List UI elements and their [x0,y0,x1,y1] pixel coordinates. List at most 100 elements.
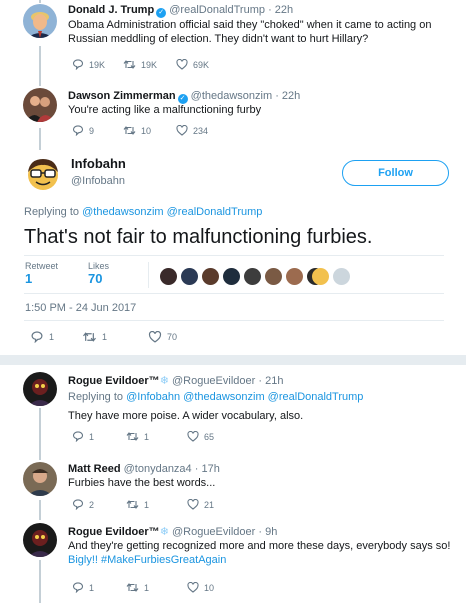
divider [24,320,444,321]
reply-icon [72,59,84,70]
liker-avatar[interactable] [160,268,177,285]
author-handle[interactable]: @thedawsonzim [191,90,272,102]
reply-icon [72,125,84,136]
author-handle[interactable]: @Infobahn [71,175,125,187]
replying-to-links[interactable]: @thedawsonzim @realDonaldTrump [82,206,262,218]
liker-avatar[interactable] [286,268,303,285]
tweet-time[interactable]: · 21h [258,375,283,387]
liker-avatar[interactable] [265,268,282,285]
retweet-button[interactable]: 19K [123,59,176,70]
tweet-time[interactable]: · 17h [195,463,220,475]
like-count: 69K [193,59,210,70]
like-count: 65 [204,431,215,442]
thread-line-5 [39,560,41,603]
author-name[interactable]: Matt Reed [68,463,121,475]
reply-count: 1 [89,431,95,442]
tweet-time[interactable]: · 22h [268,4,293,16]
retweet-button[interactable]: 1 [126,499,187,510]
reply-count: 9 [89,125,95,136]
avatar-rogue[interactable] [23,372,57,406]
retweet-count: 1 [144,582,150,593]
reply-button[interactable]: 19K [72,59,123,70]
heart-icon [187,431,199,442]
heart-icon [187,499,199,510]
like-button[interactable]: 21 [187,499,214,510]
retweet-button[interactable]: 1 [126,582,187,593]
thread-line-3 [39,408,41,460]
heart-icon [176,125,188,136]
like-button[interactable]: 70 [148,331,177,343]
liker-avatar-default[interactable] [333,268,350,285]
thread-line-4 [39,500,41,520]
author-handle[interactable]: @RogueEvildoer [172,526,255,538]
retweet-icon [123,126,136,135]
tweet-header: Matt Reed @tonydanza4 · 17h [68,463,220,475]
like-button[interactable]: 234 [176,125,208,136]
avatar-matt[interactable] [23,462,57,496]
reply-button[interactable]: 2 [72,499,126,510]
author-name[interactable]: Infobahn [71,156,126,171]
tweet-actions: 2 1 21 [72,499,214,510]
avatar-infobahn[interactable] [24,154,62,192]
tweet-text-line: Russian meddling of election. They didn'… [68,33,369,45]
divider [24,293,444,294]
author-name[interactable]: Donald J. Trump [68,4,154,16]
reply-icon [72,431,84,442]
replying-to: Replying to @thedawsonzim @realDonaldTru… [24,206,262,218]
tweet-time[interactable]: · 22h [275,90,300,102]
retweet-button[interactable]: 10 [123,125,176,136]
tweet-text-line-hashtag[interactable]: Bigly!! #MakeFurbiesGreatAgain [68,553,450,567]
author-handle[interactable]: @RogueEvildoer [172,375,255,387]
liker-avatar[interactable] [181,268,198,285]
replying-prefix: Replying to [24,206,80,218]
reply-button[interactable]: 1 [72,431,126,442]
thread-line-top [39,0,41,3]
retweet-button[interactable]: 1 [126,431,187,442]
retweet-icon [83,332,96,342]
reply-count: 19K [89,59,106,70]
reply-button[interactable]: 1 [72,582,126,593]
tweet-actions: 1 1 65 [72,431,214,442]
like-count: 70 [167,332,178,342]
liker-avatar[interactable] [312,268,329,285]
follow-button[interactable]: Follow [342,160,449,186]
avatar-dawson[interactable] [23,88,57,122]
like-button[interactable]: 65 [187,431,214,442]
like-button[interactable]: 10 [187,582,214,593]
replying-to: Replying to @Infobahn @thedawsonzim @rea… [68,391,363,403]
author-name[interactable]: Rogue Evildoer™ [68,526,160,538]
replying-to-links[interactable]: @Infobahn @thedawsonzim @realDonaldTrump [126,391,363,403]
thread-line-2 [39,128,41,150]
liker-avatar[interactable] [244,268,261,285]
reply-button[interactable]: 1 [30,331,82,343]
heart-icon [187,582,199,593]
author-handle[interactable]: @realDonaldTrump [169,4,265,16]
reply-button[interactable]: 9 [72,125,123,136]
like-count: 234 [193,125,209,136]
reply-icon [72,582,84,593]
tweet-header: Dawson Zimmerman ✓ @thedawsonzim · 22h [68,90,300,104]
retweet-button[interactable]: 1 [82,331,148,343]
retweet-stat[interactable]: Retweet 1 [25,261,58,286]
liker-avatar[interactable] [202,268,219,285]
avatar-rogue[interactable] [23,523,57,557]
author-name[interactable]: Rogue Evildoer™ [68,375,160,387]
retweet-icon [126,432,139,441]
liker-avatar[interactable] [223,268,240,285]
likes-stat[interactable]: Likes 70 [88,261,109,286]
tweet-timestamp[interactable]: 1:50 PM - 24 Jun 2017 [25,302,136,314]
retweet-count: 1 [102,332,108,342]
stat-divider [148,262,149,288]
avatar-trump[interactable] [23,4,57,38]
thread-line-1 [39,46,41,86]
tweet-time[interactable]: · 9h [258,526,277,538]
retweet-stat-value: 1 [25,271,33,286]
main-tweet-actions: 1 1 70 [30,331,177,343]
author-handle[interactable]: @tonydanza4 [124,463,192,475]
like-button[interactable]: 69K [176,59,209,70]
author-name[interactable]: Dawson Zimmerman [68,90,176,102]
divider [24,255,444,256]
tweet-text: And they're getting recognized more and … [68,539,450,567]
heart-icon [148,331,162,343]
tweet-text: They have more poise. A wider vocabulary… [68,410,304,422]
